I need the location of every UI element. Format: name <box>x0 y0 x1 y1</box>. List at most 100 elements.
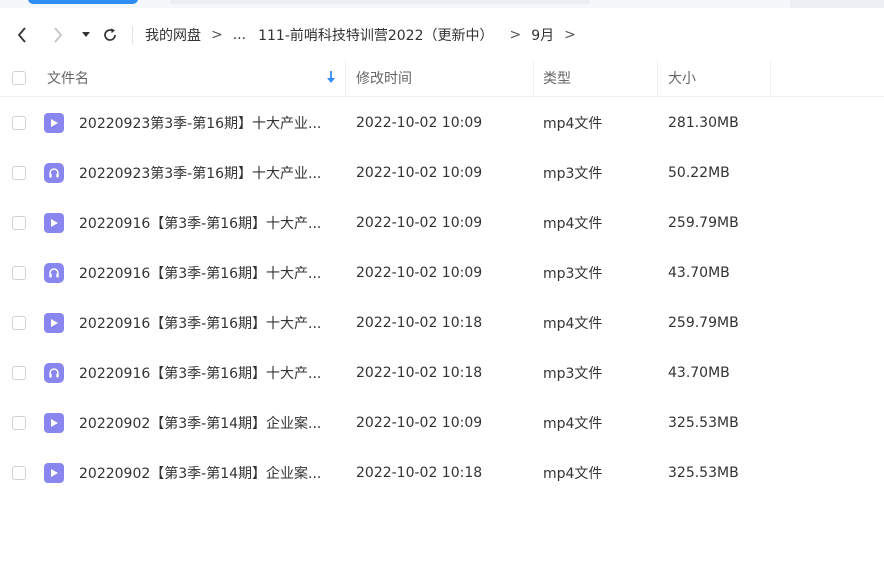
breadcrumb-item-ellipsis[interactable]: ... <box>233 27 246 43</box>
breadcrumb-item-current[interactable]: 9月 <box>531 25 554 45</box>
file-size: 325.53MB <box>668 465 739 481</box>
table-row[interactable]: 20220916【第3季-第16期】十大产... 2022-10-02 10:1… <box>0 348 884 398</box>
forward-button[interactable] <box>44 21 72 49</box>
file-size: 50.22MB <box>668 165 730 181</box>
refresh-button[interactable] <box>96 21 124 49</box>
file-name-cell[interactable]: 20220916【第3季-第16期】十大产... <box>79 348 329 398</box>
modified-cell: 2022-10-02 10:09 <box>356 148 482 198</box>
breadcrumb-item-root[interactable]: 我的网盘 <box>145 25 201 45</box>
file-name-cell[interactable]: 20220923第3季-第16期】十大产业... <box>79 98 329 148</box>
type-cell: mp4文件 <box>543 298 602 348</box>
column-divider[interactable] <box>345 60 346 96</box>
column-header-name[interactable]: 文件名 <box>47 60 89 96</box>
file-icon-cell <box>44 398 64 448</box>
file-size: 43.70MB <box>668 265 730 281</box>
type-cell: mp3文件 <box>543 248 602 298</box>
file-name-cell[interactable]: 20220902【第3季-第14期】企业案... <box>79 398 329 448</box>
back-button[interactable] <box>8 21 36 49</box>
size-cell: 259.79MB <box>668 298 739 348</box>
table-row[interactable]: 20220923第3季-第16期】十大产业... 2022-10-02 10:0… <box>0 148 884 198</box>
modified-time: 2022-10-02 10:18 <box>356 365 483 381</box>
size-cell: 281.30MB <box>668 98 739 148</box>
caret-down-icon <box>82 32 90 37</box>
row-checkbox[interactable] <box>12 266 26 280</box>
type-cell: mp4文件 <box>543 98 602 148</box>
video-file-icon <box>44 463 64 483</box>
search-bar[interactable] <box>170 0 590 4</box>
row-checkbox-cell <box>12 398 26 448</box>
refresh-icon <box>104 28 116 41</box>
video-file-icon <box>44 413 64 433</box>
modified-cell: 2022-10-02 10:18 <box>356 348 482 398</box>
column-divider[interactable] <box>770 60 771 96</box>
history-dropdown-button[interactable] <box>76 21 96 49</box>
select-all-checkbox-cell <box>12 60 26 96</box>
file-icon-cell <box>44 448 64 498</box>
column-header-size-label: 大小 <box>668 71 696 87</box>
file-size: 259.79MB <box>668 315 739 331</box>
row-checkbox[interactable] <box>12 116 26 130</box>
column-divider[interactable] <box>657 60 658 96</box>
table-row[interactable]: 20220916【第3季-第16期】十大产... 2022-10-02 10:1… <box>0 298 884 348</box>
file-type: mp4文件 <box>543 416 603 432</box>
file-type: mp4文件 <box>543 466 603 482</box>
row-checkbox[interactable] <box>12 316 26 330</box>
breadcrumb-separator: > <box>564 27 576 43</box>
modified-time: 2022-10-02 10:09 <box>356 215 483 231</box>
table-row[interactable]: 20220902【第3季-第14期】企业案... 2022-10-02 10:0… <box>0 398 884 448</box>
table-row[interactable]: 20220916【第3季-第16期】十大产... 2022-10-02 10:0… <box>0 248 884 298</box>
row-checkbox[interactable] <box>12 366 26 380</box>
file-name-cell[interactable]: 20220902【第3季-第14期】企业案... <box>79 448 329 498</box>
file-name: 20220923第3季-第16期】十大产业... <box>79 116 322 132</box>
file-name-cell[interactable]: 20220916【第3季-第16期】十大产... <box>79 248 329 298</box>
file-size: 259.79MB <box>668 215 739 231</box>
file-size: 43.70MB <box>668 365 730 381</box>
file-icon-cell <box>44 198 64 248</box>
size-cell: 43.70MB <box>668 348 730 398</box>
table-row[interactable]: 20220902【第3季-第14期】企业案... 2022-10-02 10:1… <box>0 448 884 498</box>
chevron-left-icon <box>17 27 26 43</box>
table-row[interactable]: 20220916【第3季-第16期】十大产... 2022-10-02 10:0… <box>0 198 884 248</box>
file-type: mp3文件 <box>543 266 603 282</box>
breadcrumb-separator: > <box>211 27 223 43</box>
row-checkbox[interactable] <box>12 416 26 430</box>
size-cell: 259.79MB <box>668 198 739 248</box>
row-checkbox[interactable] <box>12 166 26 180</box>
modified-cell: 2022-10-02 10:09 <box>356 248 482 298</box>
size-cell: 325.53MB <box>668 448 739 498</box>
row-checkbox[interactable] <box>12 466 26 480</box>
column-header-name-label: 文件名 <box>47 71 89 87</box>
breadcrumb-item-folder[interactable]: 111-前哨科技特训营2022（更新中） <box>258 25 493 45</box>
file-icon-cell <box>44 248 64 298</box>
table-row[interactable]: 20220923第3季-第16期】十大产业... 2022-10-02 10:0… <box>0 98 884 148</box>
file-icon-cell <box>44 298 64 348</box>
column-header-type[interactable]: 类型 <box>543 60 571 96</box>
file-name-cell[interactable]: 20220923第3季-第16期】十大产业... <box>79 148 329 198</box>
row-checkbox[interactable] <box>12 216 26 230</box>
file-size: 325.53MB <box>668 415 739 431</box>
type-cell: mp3文件 <box>543 348 602 398</box>
size-cell: 43.70MB <box>668 248 730 298</box>
row-checkbox-cell <box>12 298 26 348</box>
file-name: 20220916【第3季-第16期】十大产... <box>79 366 322 382</box>
chevron-right-icon <box>54 27 63 43</box>
sort-down-arrow-icon[interactable] <box>326 70 336 88</box>
file-name-cell[interactable]: 20220916【第3季-第16期】十大产... <box>79 198 329 248</box>
navigation-bar: 我的网盘 > ... 111-前哨科技特训营2022（更新中） > 9月 > <box>0 18 884 52</box>
breadcrumb-separator: > <box>509 27 522 43</box>
primary-action-button[interactable] <box>28 0 138 4</box>
file-type: mp4文件 <box>543 216 603 232</box>
column-header-modified[interactable]: 修改时间 <box>356 60 412 96</box>
modified-cell: 2022-10-02 10:18 <box>356 448 482 498</box>
file-icon-cell <box>44 348 64 398</box>
file-name-cell[interactable]: 20220916【第3季-第16期】十大产... <box>79 298 329 348</box>
column-header-type-label: 类型 <box>543 71 571 87</box>
modified-time: 2022-10-02 10:09 <box>356 265 483 281</box>
table-header: 文件名 修改时间 类型 大小 <box>0 60 884 97</box>
select-all-checkbox[interactable] <box>12 71 26 85</box>
file-icon-cell <box>44 98 64 148</box>
column-header-modified-label: 修改时间 <box>356 71 412 87</box>
column-divider[interactable] <box>533 60 534 96</box>
column-header-size[interactable]: 大小 <box>668 60 696 96</box>
nav-divider <box>132 26 133 44</box>
